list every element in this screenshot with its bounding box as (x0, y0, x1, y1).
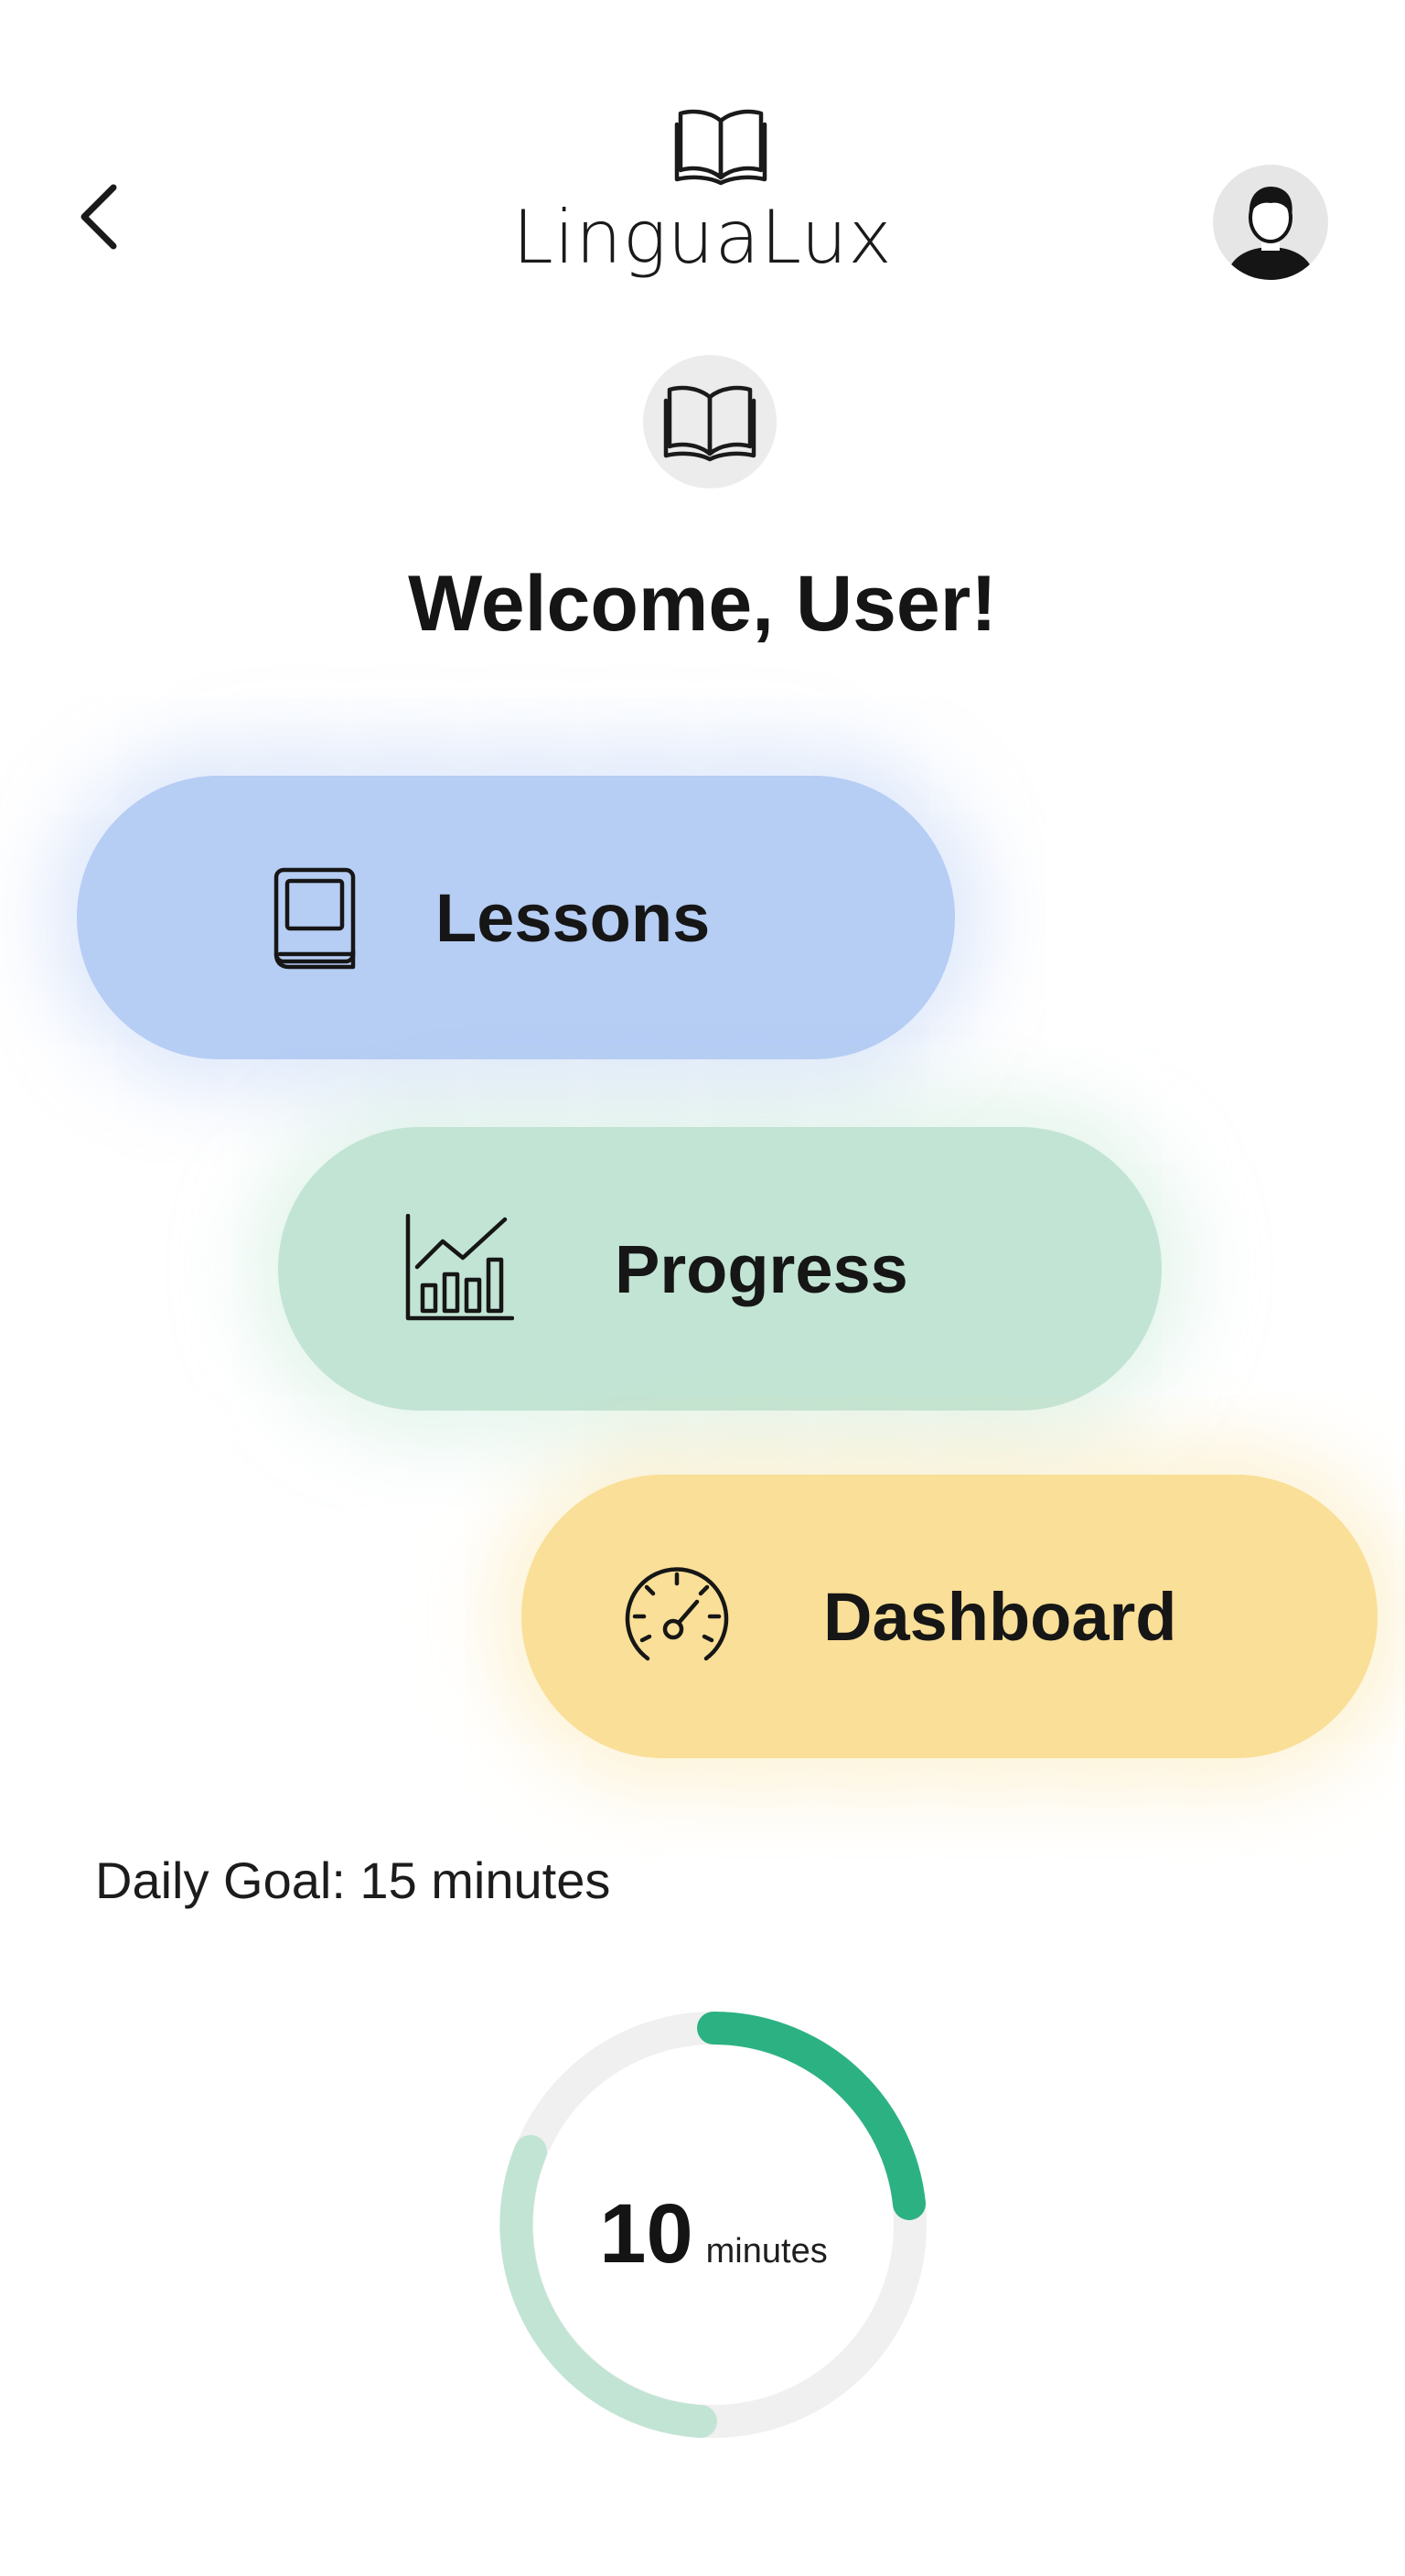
book-icon (260, 863, 370, 972)
open-book-icon (663, 385, 756, 462)
speedometer-icon (622, 1562, 732, 1671)
progress-button[interactable]: Progress (278, 1127, 1162, 1411)
user-avatar-icon (1228, 187, 1313, 280)
app-title: LinguaLux (512, 195, 893, 280)
hero-book-badge (643, 355, 777, 488)
progress-label: Progress (615, 1230, 908, 1307)
goal-ring-value: 10 minutes (485, 2186, 942, 2296)
dashboard-button[interactable]: Dashboard (521, 1475, 1378, 1758)
lessons-button[interactable]: Lessons (77, 776, 955, 1059)
user-avatar-button[interactable] (1213, 165, 1328, 280)
welcome-heading: Welcome, User! (408, 560, 997, 648)
minutes-value: 10 (599, 2187, 693, 2281)
open-book-icon (673, 104, 768, 187)
lessons-label: Lessons (435, 879, 711, 956)
goal-ring-accent-arc (697, 2011, 926, 2220)
minutes-unit: minutes (705, 2232, 828, 2270)
dashboard-label: Dashboard (823, 1578, 1177, 1655)
daily-goal-label: Daily Goal: 15 minutes (95, 1852, 611, 1909)
bar-chart-icon (404, 1214, 514, 1324)
